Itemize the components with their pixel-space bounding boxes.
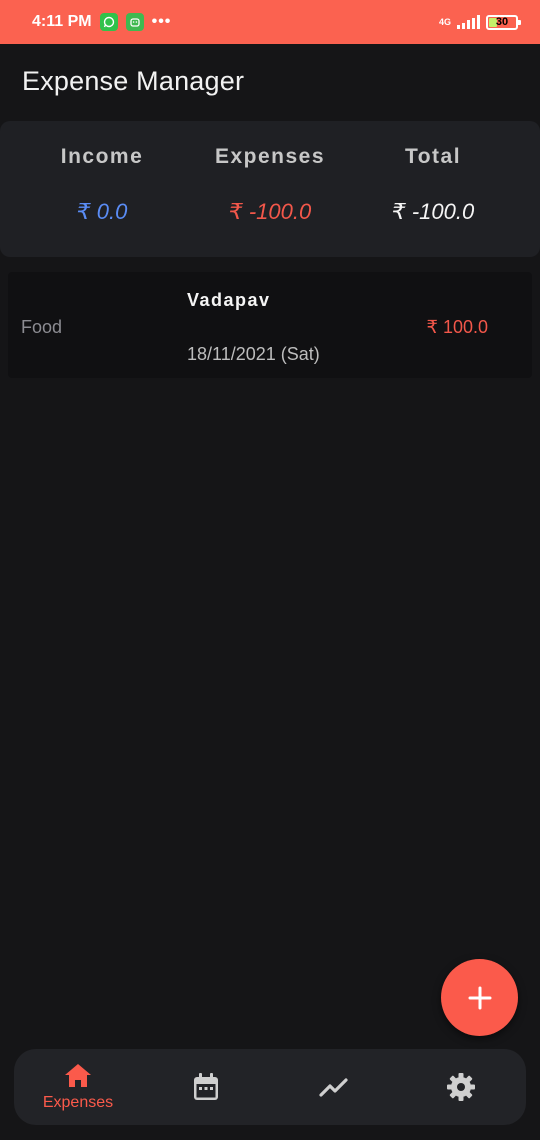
transaction-row[interactable]: Food Vadapav 18/11/2021 (Sat) ₹ 100.0: [8, 272, 532, 378]
transaction-date: 18/11/2021 (Sat): [187, 344, 320, 364]
summary-card: Income ₹ 0.0 Expenses ₹ -100.0 Total ₹ -…: [0, 121, 540, 257]
transaction-title: Vadapav: [187, 290, 271, 310]
nav-expenses[interactable]: Expenses: [34, 1049, 122, 1125]
income-summary: Income ₹ 0.0: [12, 145, 192, 225]
status-right: 4G 30: [438, 14, 521, 30]
nav-calendar[interactable]: [164, 1049, 248, 1125]
status-bar: 4:11 PM ••• 4G 30: [0, 0, 540, 44]
bottom-navigation: Expenses: [14, 1049, 526, 1125]
more-notifications-icon: •••: [151, 13, 172, 30]
android-icon: [125, 13, 144, 31]
signal-icon: [457, 15, 480, 29]
whatsapp-icon: [99, 13, 118, 31]
nav-statistics[interactable]: [292, 1049, 376, 1125]
trending-up-icon: [319, 1078, 348, 1097]
nav-expenses-label: Expenses: [42, 1094, 114, 1111]
expenses-summary: Expenses ₹ -100.0: [180, 145, 360, 225]
nav-settings[interactable]: [419, 1049, 503, 1125]
home-icon: [65, 1064, 91, 1087]
transaction-amount: ₹ 100.0: [426, 317, 489, 337]
total-label: Total: [404, 145, 462, 168]
expenses-value: ₹ -100.0: [228, 199, 312, 224]
network-type: 4G: [438, 16, 451, 27]
battery-level: 30: [495, 16, 509, 28]
total-value: ₹ -100.0: [391, 199, 475, 224]
income-value: ₹ 0.0: [76, 199, 128, 224]
calendar-icon: [194, 1073, 218, 1100]
gear-icon: [447, 1073, 475, 1101]
page-title: Expense Manager: [22, 66, 245, 96]
status-left: 4:11 PM •••: [32, 13, 171, 31]
income-label: Income: [60, 145, 144, 168]
status-time: 4:11 PM: [32, 13, 92, 30]
add-expense-button[interactable]: [441, 959, 518, 1036]
app-bar: Expense Manager: [22, 66, 244, 97]
battery-icon: 30: [486, 14, 521, 30]
expenses-label: Expenses: [214, 145, 326, 168]
transaction-category: Food: [21, 317, 63, 337]
plus-icon: [468, 986, 491, 1009]
total-summary: Total ₹ -100.0: [343, 145, 523, 225]
